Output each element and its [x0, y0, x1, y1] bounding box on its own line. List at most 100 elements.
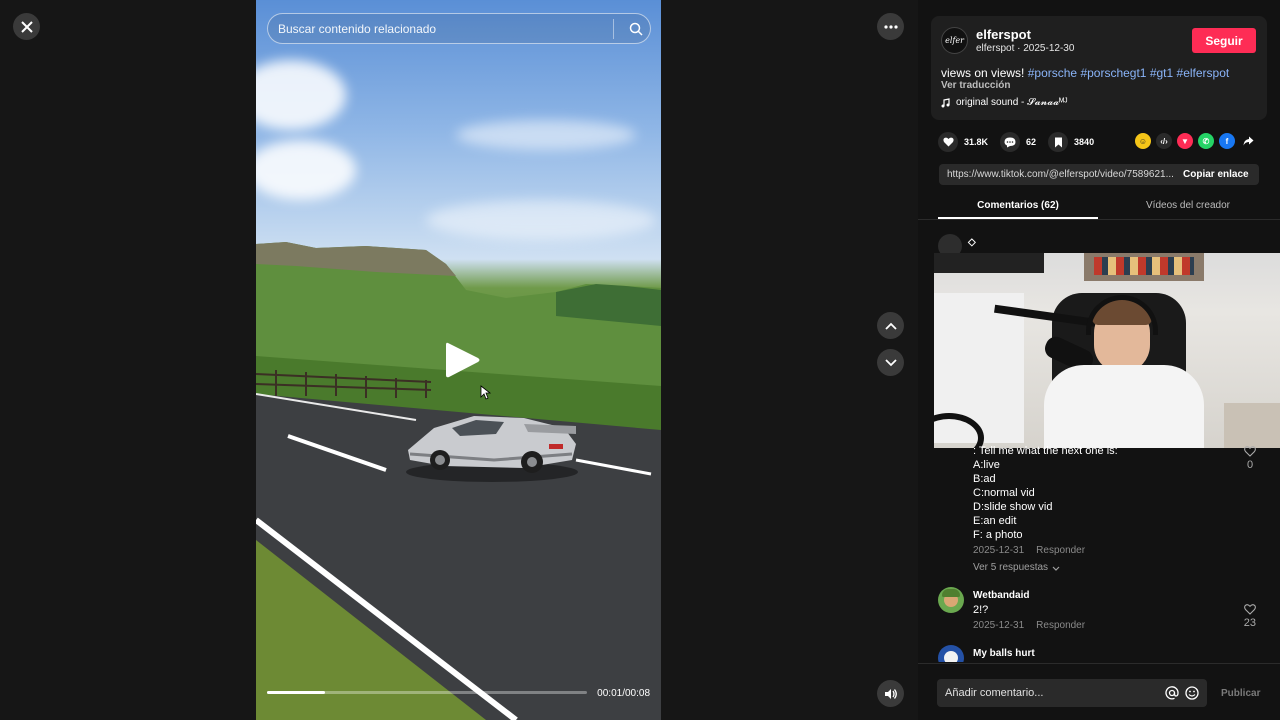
comment-like[interactable]: 23 — [1244, 604, 1256, 629]
chevron-up-icon — [884, 322, 897, 330]
share-link-box: https://www.tiktok.com/@elferspot/video/… — [939, 164, 1259, 185]
progress-bar[interactable] — [267, 691, 587, 694]
avatar-logo-text: elfer — [945, 36, 964, 45]
comment-line: E:an edit — [973, 515, 1017, 527]
volume-button[interactable] — [877, 680, 904, 707]
share-row: ☺ ‹/› ▼ ✆ f — [1135, 133, 1256, 149]
heart-outline-icon — [1243, 604, 1256, 615]
comment-line: : Tell me what the next one is: — [973, 445, 1118, 457]
facebook-icon[interactable]: f — [1219, 133, 1235, 149]
hashtag-link[interactable]: #porsche — [1028, 66, 1077, 80]
translate-link[interactable]: Ver traducción — [941, 80, 1010, 91]
search-icon — [629, 22, 643, 36]
follow-button[interactable]: Seguir — [1192, 28, 1256, 53]
search-divider — [613, 18, 614, 39]
creator-username[interactable]: elferspot — [976, 27, 1031, 42]
embed-icon[interactable]: ‹/› — [1156, 133, 1172, 149]
race-car — [406, 416, 578, 482]
progress-fill — [267, 691, 325, 694]
comment-input[interactable] — [945, 687, 1165, 699]
comment-like-count: 0 — [1246, 459, 1254, 471]
comment-icon — [1004, 137, 1016, 147]
more-button[interactable] — [877, 13, 904, 40]
chevron-down-icon — [884, 358, 897, 366]
comment-stat[interactable]: 62 — [1000, 132, 1036, 152]
related-search-bar[interactable] — [267, 13, 651, 44]
comment-line: A:live — [973, 459, 1000, 471]
sky-cloud — [456, 120, 636, 150]
comment-text: 2!? — [973, 604, 989, 616]
like-button[interactable] — [938, 132, 958, 152]
engagement-stats: 31.8K 62 3840 — [938, 132, 1094, 152]
comment-meta: 2025-12-31 Responder — [973, 620, 1085, 631]
comment-line: D:slide show vid — [973, 501, 1053, 513]
hashtag-link[interactable]: #elferspot — [1177, 66, 1230, 80]
reply-link[interactable]: Responder — [1036, 545, 1085, 556]
cursor-icon — [480, 385, 491, 400]
video-player[interactable]: 00:01/00:08 — [256, 0, 661, 720]
save-count: 3840 — [1074, 137, 1095, 147]
hashtag-link[interactable]: #porschegt1 — [1080, 66, 1146, 80]
next-video-button[interactable] — [877, 349, 904, 376]
reply-link[interactable]: Responder — [1036, 620, 1085, 631]
previous-video-button[interactable] — [877, 312, 904, 339]
creator-subline: elferspot · 2025-12-30 — [976, 43, 1075, 54]
send-icon[interactable]: ▼ — [1177, 133, 1193, 149]
like-stat[interactable]: 31.8K — [938, 132, 988, 152]
emoji-icon[interactable] — [1185, 686, 1199, 700]
comment-button[interactable] — [1000, 132, 1021, 152]
close-button[interactable] — [13, 13, 40, 40]
chevron-down-icon — [1052, 566, 1060, 571]
hashtag-link[interactable]: #gt1 — [1150, 66, 1173, 80]
share-arrow-icon[interactable] — [1240, 133, 1256, 149]
tab-comments[interactable]: Comentarios (62) — [938, 196, 1098, 219]
person-shirt — [1044, 365, 1204, 448]
whatsapp-icon[interactable]: ✆ — [1198, 133, 1214, 149]
comment-line: B:ad — [973, 473, 996, 485]
dark-corner — [934, 253, 1044, 273]
side-panel: elfer elferspot elferspot · 2025-12-30 S… — [918, 0, 1280, 720]
bookmark-icon — [1054, 137, 1062, 147]
play-icon[interactable] — [444, 340, 482, 380]
friends-share-icon[interactable]: ☺ — [1135, 133, 1151, 149]
save-stat[interactable]: 3840 — [1048, 132, 1094, 152]
comment-line: C:normal vid — [973, 487, 1035, 499]
share-link-url[interactable]: https://www.tiktok.com/@elferspot/video/… — [939, 169, 1175, 180]
more-icon — [883, 24, 898, 29]
video-stage: 00:01/00:08 — [0, 0, 918, 720]
post-info-card: elfer elferspot elferspot · 2025-12-30 S… — [931, 16, 1267, 120]
comment-date: 2025-12-31 — [973, 545, 1025, 556]
panel-tabs: Comentarios (62) Vídeos del creador — [918, 196, 1280, 220]
commenter-avatar[interactable] — [938, 645, 964, 662]
commenter-name[interactable]: ◇ — [968, 237, 976, 248]
search-button[interactable] — [622, 22, 650, 36]
commenter-name[interactable]: My balls hurt — [973, 648, 1035, 659]
publish-button[interactable]: Publicar — [1221, 688, 1260, 699]
commenter-name[interactable]: Wetbandaid — [973, 590, 1029, 601]
sound-link[interactable]: original sound - 𝓢𝓪𝓷𝓪𝓪ᴹᴶ — [941, 97, 1067, 108]
commenter-avatar[interactable] — [938, 587, 964, 613]
comment-line: F: a photo — [973, 529, 1023, 541]
volume-icon — [884, 688, 897, 699]
comment-count: 62 — [1026, 137, 1037, 147]
comment-like-count: 23 — [1243, 617, 1256, 629]
comment-input-box[interactable] — [937, 679, 1207, 707]
sky-cloud — [256, 60, 346, 130]
creator-avatar[interactable]: elfer — [941, 27, 968, 54]
save-button[interactable] — [1048, 132, 1069, 152]
related-search-input[interactable] — [278, 21, 613, 36]
tab-creator-videos[interactable]: Vídeos del creador — [1098, 196, 1278, 219]
mention-icon[interactable] — [1165, 686, 1179, 700]
streamer-overlay-image — [934, 253, 1280, 448]
shelf-items — [1094, 257, 1194, 275]
heart-icon — [942, 137, 954, 147]
music-note-icon — [941, 97, 950, 107]
view-replies-link[interactable]: Ver 5 respuestas — [973, 562, 1060, 573]
time-display: 00:01/00:08 — [597, 688, 650, 699]
copy-link-button[interactable]: Copiar enlace — [1175, 169, 1249, 180]
sound-name: original sound - 𝓢𝓪𝓷𝓪𝓪ᴹᴶ — [956, 97, 1068, 108]
comment-list: ◇ : Tell me what the next one is: A:live… — [918, 222, 1280, 662]
comment-like[interactable]: 0 — [1244, 446, 1256, 471]
view-replies-label: Ver 5 respuestas — [973, 562, 1049, 573]
desk-edge — [1224, 403, 1280, 448]
